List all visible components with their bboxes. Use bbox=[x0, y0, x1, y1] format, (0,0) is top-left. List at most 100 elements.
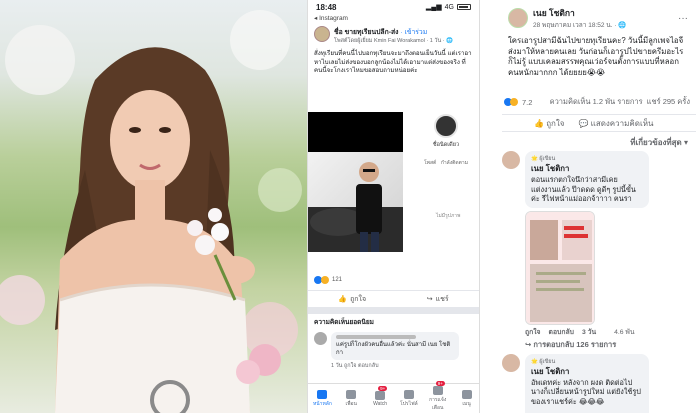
screenshot-collage: 18:48 ▂▄▆ 4G ◂ Instagram ชื่อ ขายทุเรียน… bbox=[0, 0, 696, 413]
most-relevant-dropdown[interactable]: ที่เกี่ยวข้องที่สุด ▾ bbox=[480, 132, 696, 148]
watch-icon bbox=[375, 390, 386, 400]
like-button[interactable]: 👍 ถูกใจ bbox=[534, 117, 564, 130]
tab-notifications[interactable]: 9+ การแจ้งเตือน bbox=[424, 380, 452, 412]
comment-bubble: แค่รูปก็โกงผัวคนอื่นแล้วค่ะ นั่นสามี เนย… bbox=[331, 332, 459, 360]
facebook-post-panel: เนย โชติกา 28 พฤษภาคม เวลา 18:52 น. · 🌐 … bbox=[480, 0, 696, 413]
shared-card-footer: ไม่มีรูปภาพ bbox=[436, 213, 461, 219]
reaction-count[interactable]: 7.2 bbox=[522, 98, 532, 107]
top-comments-filter[interactable]: ความคิดเห็นยอดนิยม bbox=[308, 314, 479, 330]
comment-text: แค่รูปก็โกงผัวคนอื่นแล้วค่ะ นั่นสามี เนย… bbox=[336, 342, 451, 356]
profile-name[interactable]: ชื่อนิดเดียว bbox=[416, 141, 476, 149]
comment-text: ตอนแรกตกใจนึกว่าสามีเคยแต่งงานแล้ว ป๊าดด… bbox=[531, 175, 636, 203]
post-action-bar: 👍 ถูกใจ ↪ แชร์ bbox=[308, 290, 479, 308]
reaction-count: 121 bbox=[332, 277, 343, 283]
tab-home[interactable]: หน้าหลัก bbox=[308, 389, 336, 408]
tab-label: เพื่อน bbox=[345, 400, 357, 407]
more-options-icon[interactable]: ··· bbox=[678, 13, 688, 24]
haha-reaction-icon bbox=[510, 98, 518, 106]
share-label: แชร์ bbox=[435, 295, 449, 303]
like-button[interactable]: 👍 ถูกใจ bbox=[338, 294, 366, 305]
comment-meta[interactable]: 1 วัน ถูกใจ ตอบกลับ bbox=[308, 362, 479, 371]
watch-badge: 9+ bbox=[378, 385, 388, 391]
blurred-commenter-name bbox=[336, 335, 416, 339]
author-comment: 🌟 ผู้เขียน เนย โชติกา ตอนแรกตกใจนึกว่าสา… bbox=[480, 148, 696, 208]
instagram-profile[interactable]: ชื่อนิดเดียว โพสต์ กำลังติดตาม bbox=[416, 114, 476, 167]
phone-screenshot: 18:48 ▂▄▆ 4G ◂ Instagram ชื่อ ขายทุเรียน… bbox=[307, 0, 480, 413]
status-time: 18:48 bbox=[316, 2, 337, 12]
comment-icon: 💬 bbox=[578, 118, 591, 128]
post-subtitle: โพสต์โดยผู้เยี่ยม Kmin Fai Worakamol · 1… bbox=[334, 38, 453, 44]
comment-text: อัพเดทค่ะ หลังจาก ผงด ติดต่อไป นางก็เปลี… bbox=[531, 377, 641, 406]
woman-with-flowers-photo bbox=[0, 0, 307, 413]
profile-stat-label: โพสต์ bbox=[424, 160, 437, 166]
comment-count[interactable]: ความคิดเห็น 1.2 พัน รายการ bbox=[550, 96, 643, 108]
thumb-up-icon: 👍 bbox=[534, 118, 547, 128]
shared-instagram-card[interactable]: ชื่อนิดเดียว โพสต์ กำลังติดตาม ไม่มีรูปภ… bbox=[308, 96, 479, 272]
commenter-avatar[interactable] bbox=[314, 332, 327, 345]
status-bar: 18:48 ▂▄▆ 4G bbox=[308, 0, 479, 14]
profile-stats: โพสต์ กำลังติดตาม bbox=[416, 159, 476, 167]
post-text: ใครเอารูปสามีฉันไปขายทุเรียนคะ? วันนี้มี… bbox=[508, 36, 684, 77]
thumb-up-icon: 👍 bbox=[338, 296, 348, 303]
tab-watch[interactable]: 9+ Watch bbox=[366, 385, 394, 407]
view-replies-link[interactable]: ↪ การตอบกลับ 126 รายการ bbox=[480, 337, 696, 351]
comment-image-attachment[interactable] bbox=[525, 210, 595, 325]
post-header: เนย โชติกา 28 พฤษภาคม เวลา 18:52 น. · 🌐 … bbox=[480, 0, 696, 32]
tab-profile[interactable]: โปรไฟล์ bbox=[395, 389, 423, 408]
author-comment: 🌟 ผู้เขียน เนย โชติกา อัพเดทค่ะ หลังจาก … bbox=[480, 351, 696, 413]
post-text: สั่งทุเรียนที่คนนี้ไปบอกทุเรียนจะมาถึงตอ… bbox=[314, 50, 472, 74]
comment-avatar[interactable] bbox=[502, 151, 520, 169]
comment-bubble: 🌟 ผู้เขียน เนย โชติกา อัพเดทค่ะ หลังจาก … bbox=[525, 353, 649, 413]
bottom-tab-bar: หน้าหลัก เพื่อน 9+ Watch โปรไฟล์ 9+ การแจ้… bbox=[308, 380, 479, 413]
author-badge: 🌟 ผู้เขียน bbox=[531, 358, 556, 365]
group-avatar[interactable] bbox=[314, 26, 330, 42]
man-with-car-photo bbox=[308, 152, 403, 252]
post-action-bar: 👍 ถูกใจ 💬 แสดงความคิดเห็น bbox=[502, 114, 696, 132]
comment-reply-link[interactable]: ตอบกลับ bbox=[549, 326, 574, 337]
back-to-instagram-link[interactable]: ◂ Instagram bbox=[308, 14, 479, 23]
share-button[interactable]: ↪ แชร์ bbox=[427, 294, 449, 305]
author-avatar[interactable] bbox=[508, 8, 528, 28]
comment-author[interactable]: เนย โชติกา bbox=[531, 163, 643, 175]
friends-icon bbox=[346, 389, 357, 399]
tab-label: การแจ้งเตือน bbox=[429, 396, 447, 411]
comment-button[interactable]: 💬 แสดงความคิดเห็น bbox=[578, 117, 653, 130]
menu-icon bbox=[461, 389, 472, 399]
haha-reaction-icon bbox=[321, 276, 329, 284]
author-badge: 🌟 ผู้เขียน bbox=[531, 156, 556, 162]
tab-label: โปรไฟล์ bbox=[400, 400, 418, 407]
reaction-summary[interactable]: 121 bbox=[308, 274, 479, 286]
author-name[interactable]: เนย โชติกา bbox=[533, 6, 626, 20]
comment-like-link[interactable]: ถูกใจ bbox=[525, 326, 541, 337]
group-post-header: ชื่อ ขายทุเรียนปลีก-ส่ง · เข้าร่วม โพสต์… bbox=[308, 23, 479, 48]
notifications-badge: 9+ bbox=[435, 380, 445, 386]
comment-bubble: 🌟 ผู้เขียน เนย โชติกา ตอนแรกตกใจนึกว่าสา… bbox=[525, 151, 649, 208]
share-count[interactable]: แชร์ 295 ครั้ง bbox=[647, 96, 690, 108]
network-label: 4G bbox=[444, 3, 454, 11]
post-stats: 7.2 ความคิดเห็น 1.2 พัน รายการ แชร์ 295 … bbox=[480, 94, 696, 110]
join-group-link[interactable]: · เข้าร่วม bbox=[400, 29, 427, 36]
like-label: ถูกใจ bbox=[546, 118, 565, 128]
post-date[interactable]: 28 พฤษภาคม เวลา 18:52 น. · 🌐 bbox=[533, 20, 626, 30]
comment-author[interactable]: เนย โชติกา bbox=[531, 366, 643, 378]
profile-icon bbox=[403, 389, 414, 399]
tab-menu[interactable]: เมนู bbox=[453, 389, 479, 408]
comment-age: 3 วัน bbox=[581, 329, 597, 336]
comment-avatar[interactable] bbox=[502, 353, 520, 372]
bell-icon bbox=[432, 385, 443, 395]
tab-label: หน้าหลัก bbox=[312, 400, 332, 407]
profile-avatar[interactable] bbox=[434, 114, 458, 138]
tab-friends[interactable]: เพื่อน bbox=[337, 389, 365, 408]
comment-meta: ถูกใจ ตอบกลับ 3 วัน 4.6 พัน bbox=[480, 325, 696, 337]
tab-label: เมนู bbox=[462, 400, 471, 407]
like-label: ถูกใจ bbox=[350, 295, 367, 303]
comment-reaction-count[interactable]: 4.6 พัน bbox=[614, 326, 634, 337]
share-icon: ↪ bbox=[426, 296, 433, 303]
home-icon bbox=[317, 389, 328, 399]
comment: แค่รูปก็โกงผัวคนอื่นแล้วค่ะ นั่นสามี เนย… bbox=[308, 330, 479, 362]
profile-stat-label: กำลังติดตาม bbox=[440, 160, 468, 166]
group-title[interactable]: ชื่อ ขายทุเรียนปลีก-ส่ง · เข้าร่วม bbox=[334, 26, 453, 37]
status-icons: ▂▄▆ 4G bbox=[426, 3, 471, 11]
battery-icon bbox=[457, 4, 471, 10]
group-name[interactable]: ชื่อ ขายทุเรียนปลีก-ส่ง bbox=[334, 29, 398, 36]
